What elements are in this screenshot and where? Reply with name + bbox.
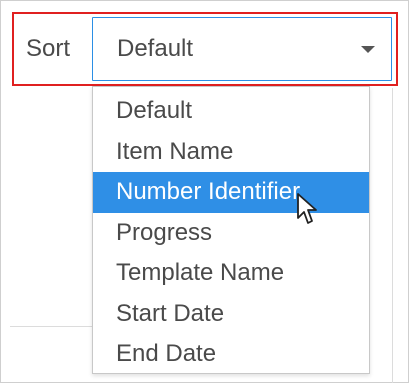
sort-label: Sort xyxy=(26,35,71,62)
sort-option-progress[interactable]: Progress xyxy=(93,213,369,254)
sort-option-number-identifier[interactable]: Number Identifier xyxy=(93,172,369,213)
panel-divider-bottom xyxy=(10,326,94,327)
sort-select[interactable]: Default xyxy=(92,17,392,81)
sort-option-template-name[interactable]: Template Name xyxy=(93,253,369,294)
sort-dropdown-menu: Default Item Name Number Identifier Prog… xyxy=(92,86,370,374)
sort-option-start-date[interactable]: Start Date xyxy=(93,294,369,335)
sort-select-value: Default xyxy=(117,35,194,62)
sort-option-end-date[interactable]: End Date xyxy=(93,334,369,375)
sort-option-item-name[interactable]: Item Name xyxy=(93,132,369,173)
caret-down-icon[interactable] xyxy=(361,46,375,53)
panel-divider xyxy=(392,88,393,383)
mouse-pointer-icon xyxy=(297,193,317,224)
sort-option-default[interactable]: Default xyxy=(93,91,369,132)
